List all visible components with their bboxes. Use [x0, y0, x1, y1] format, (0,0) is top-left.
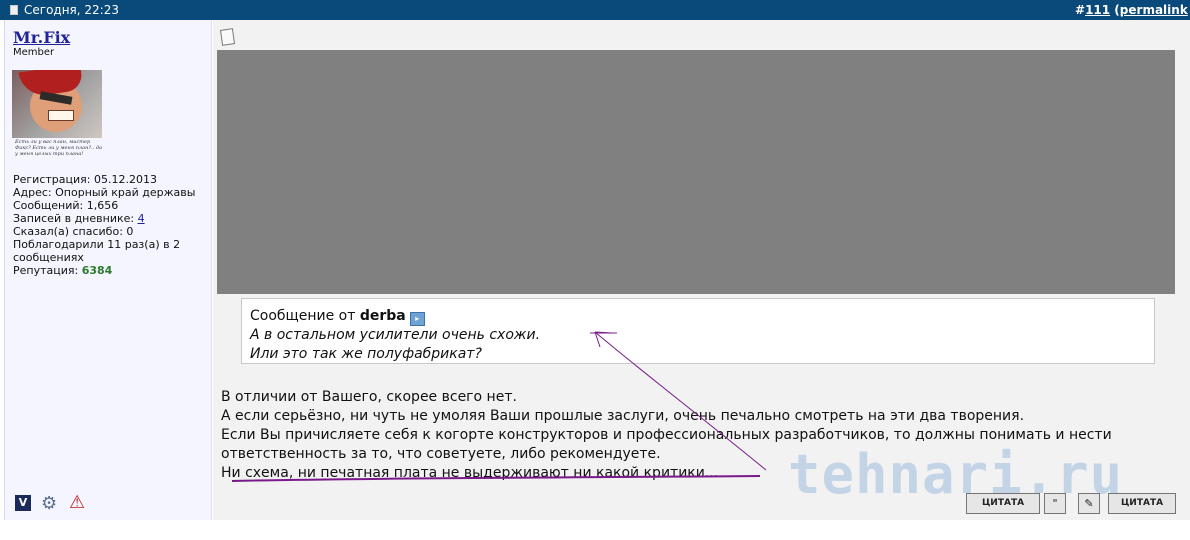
gear-icon[interactable]: ⚙	[41, 493, 57, 514]
reputation-label: Репутация:	[13, 264, 82, 277]
user-address: Адрес: Опорный край державы	[13, 186, 196, 199]
quote-prefix: Сообщение от	[250, 308, 360, 324]
multiquote-icon[interactable]: "	[1044, 493, 1066, 514]
post-header-bar: Сегодня, 22:23 #111 (permalink	[0, 0, 1190, 20]
reply-icon[interactable]: ✎	[1078, 493, 1100, 514]
site-watermark: tehnari.ru	[788, 443, 1124, 506]
post-icon	[219, 28, 236, 46]
quote-button[interactable]: ЦИТАТА	[966, 493, 1040, 514]
post-image-placeholder	[217, 50, 1175, 294]
user-stats: Регистрация: 05.12.2013 Адрес: Опорный к…	[13, 173, 213, 277]
thanked-line-2: сообщениях	[13, 251, 84, 264]
post-document-icon	[10, 5, 18, 15]
message-line-1: В отличии от Вашего, скорее всего нет.	[221, 389, 517, 405]
post-hash: #	[1075, 3, 1086, 17]
reputation: Репутация: 6384	[13, 264, 213, 277]
user-sidebar: Mr.Fix Member Есть ли у вас план, мистер…	[4, 20, 212, 520]
message-line-2: А если серьёзно, ни чуть не умоляя Ваши …	[221, 408, 1025, 424]
goto-post-icon[interactable]: ▸	[409, 312, 425, 326]
reputation-value: 6384	[81, 264, 113, 277]
post-number-link[interactable]: 111	[1085, 3, 1110, 17]
quote-line-1: А в остальном усилители очень схожи.	[250, 327, 541, 343]
permalink-open: (	[1110, 3, 1120, 17]
permalink-link[interactable]: permalink	[1120, 3, 1188, 17]
avatar-caption: Есть ли у вас план, мистер Фикс? Есть ли…	[15, 139, 102, 157]
quote-author: derba	[359, 308, 406, 324]
quote-reply-button[interactable]: ЦИТАТА	[1108, 493, 1176, 514]
warning-icon[interactable]: ⚠	[69, 492, 85, 513]
post-number: #111 (permalink	[1075, 3, 1188, 17]
registration-date: Регистрация: 05.12.2013	[13, 173, 157, 186]
post-date: Сегодня, 22:23	[24, 3, 119, 17]
diary-count-link[interactable]: 4	[138, 212, 145, 225]
message-count: Сообщений: 1,656	[13, 199, 119, 212]
avatar-teeth	[48, 110, 74, 121]
v-icon[interactable]: V	[15, 495, 31, 511]
quote-block: Сообщение от derba ▸ А в остальном усилит…	[241, 298, 1155, 364]
avatar[interactable]	[12, 70, 102, 138]
diary-label: Записей в дневнике:	[13, 212, 138, 225]
username-link[interactable]: Mr.Fix	[13, 28, 70, 47]
quote-line-2: Или это так же полуфабрикат?	[250, 346, 482, 362]
diary-entries: Записей в дневнике: 4	[13, 212, 213, 225]
thanks-said: Сказал(а) спасибо: 0	[13, 225, 134, 238]
thanked-line-1: Поблагодарили 11 раз(а) в 2	[13, 238, 181, 251]
user-title: Member	[13, 47, 55, 58]
quote-header: Сообщение от derba ▸	[250, 307, 425, 326]
post-content: Сообщение от derba ▸ А в остальном усилит…	[213, 20, 1190, 520]
